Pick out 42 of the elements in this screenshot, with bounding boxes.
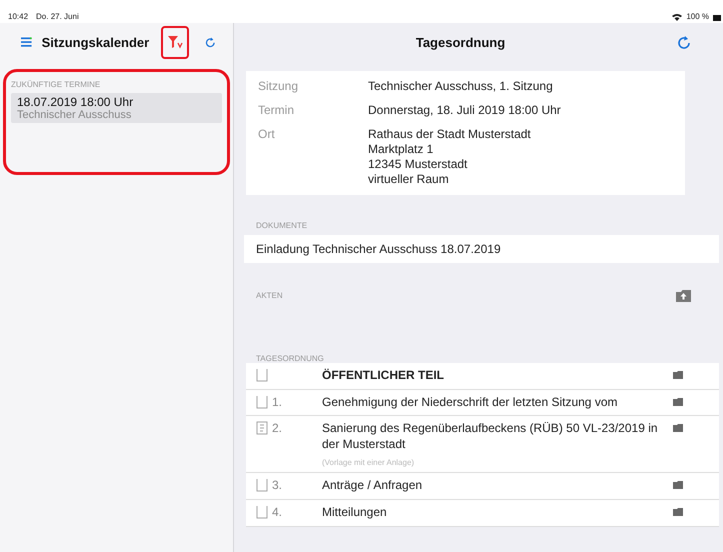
- section-header: TAGESORDNUNG: [255, 354, 325, 363]
- refresh-icon[interactable]: [677, 34, 691, 50]
- filter-icon: [167, 35, 184, 49]
- folder-icon[interactable]: [673, 424, 683, 432]
- agenda-item-title[interactable]: Mitteilungen: [322, 504, 667, 521]
- section-header: ZUKÜNFTIGE TERMINE: [11, 80, 102, 89]
- section-header: AKTEN: [255, 291, 283, 300]
- detail-value: 12345 Musterstadt: [368, 157, 468, 172]
- detail-value: virtueller Raum: [368, 172, 450, 187]
- detail-label: Ort: [258, 127, 276, 143]
- item-number: 2.: [272, 421, 282, 436]
- item-number: 1.: [272, 394, 282, 409]
- detail-value: Donnerstag, 18. Juli 2019 18:00 Uhr: [368, 103, 561, 118]
- sidebar-title: Sitzungskalender: [42, 34, 150, 50]
- agenda-item-note: (Vorlage mit einer Anlage): [322, 458, 416, 468]
- folder-icon[interactable]: [676, 290, 691, 302]
- folder-icon[interactable]: [673, 508, 683, 516]
- document-item[interactable]: Einladung Technischer Ausschuss 18.07.2019: [244, 235, 719, 263]
- item-number: 3.: [272, 478, 282, 492]
- wifi-icon: [672, 13, 682, 21]
- appointment-item[interactable]: 18.07.2019 18:00 Uhr Technischer Ausschuss: [11, 93, 222, 123]
- detail-value: Marktplatz 1: [368, 142, 434, 157]
- item-number: 4.: [272, 504, 282, 519]
- agenda-item-title[interactable]: Anträge / Anfragen: [322, 478, 667, 494]
- menu-icon[interactable]: [21, 36, 32, 48]
- folder-icon[interactable]: [673, 481, 683, 490]
- detail-value: Technischer Ausschuss, 1. Sitzung: [368, 79, 553, 94]
- detail-value: Rathaus der Stadt Musterstadt: [368, 127, 531, 142]
- folder-icon[interactable]: [673, 371, 683, 379]
- agenda-item-title[interactable]: Genehmigung der Niederschrift der letzten Sitzung vom: [322, 394, 667, 410]
- agenda-section-title[interactable]: ÖFFENTLICHER TEIL: [322, 368, 667, 384]
- folder-icon[interactable]: [673, 398, 683, 406]
- section-header: DOKUMENTE: [255, 221, 308, 230]
- battery-percentage: 100 %: [686, 12, 709, 21]
- filter-button[interactable]: [161, 26, 190, 58]
- detail-label: Termin: [258, 103, 296, 118]
- battery-icon: [713, 15, 721, 21]
- page-title: Tagesordnung: [416, 34, 506, 50]
- status-time: 10:42: [8, 12, 28, 21]
- status-date: Do. 27. Juni: [36, 12, 79, 21]
- agenda-item-title[interactable]: Sanierung des Regenüberlaufbeckens (RÜB) 50 VL-23/2019 in der Musterstadt: [322, 421, 667, 452]
- detail-label: Sitzung: [258, 79, 300, 94]
